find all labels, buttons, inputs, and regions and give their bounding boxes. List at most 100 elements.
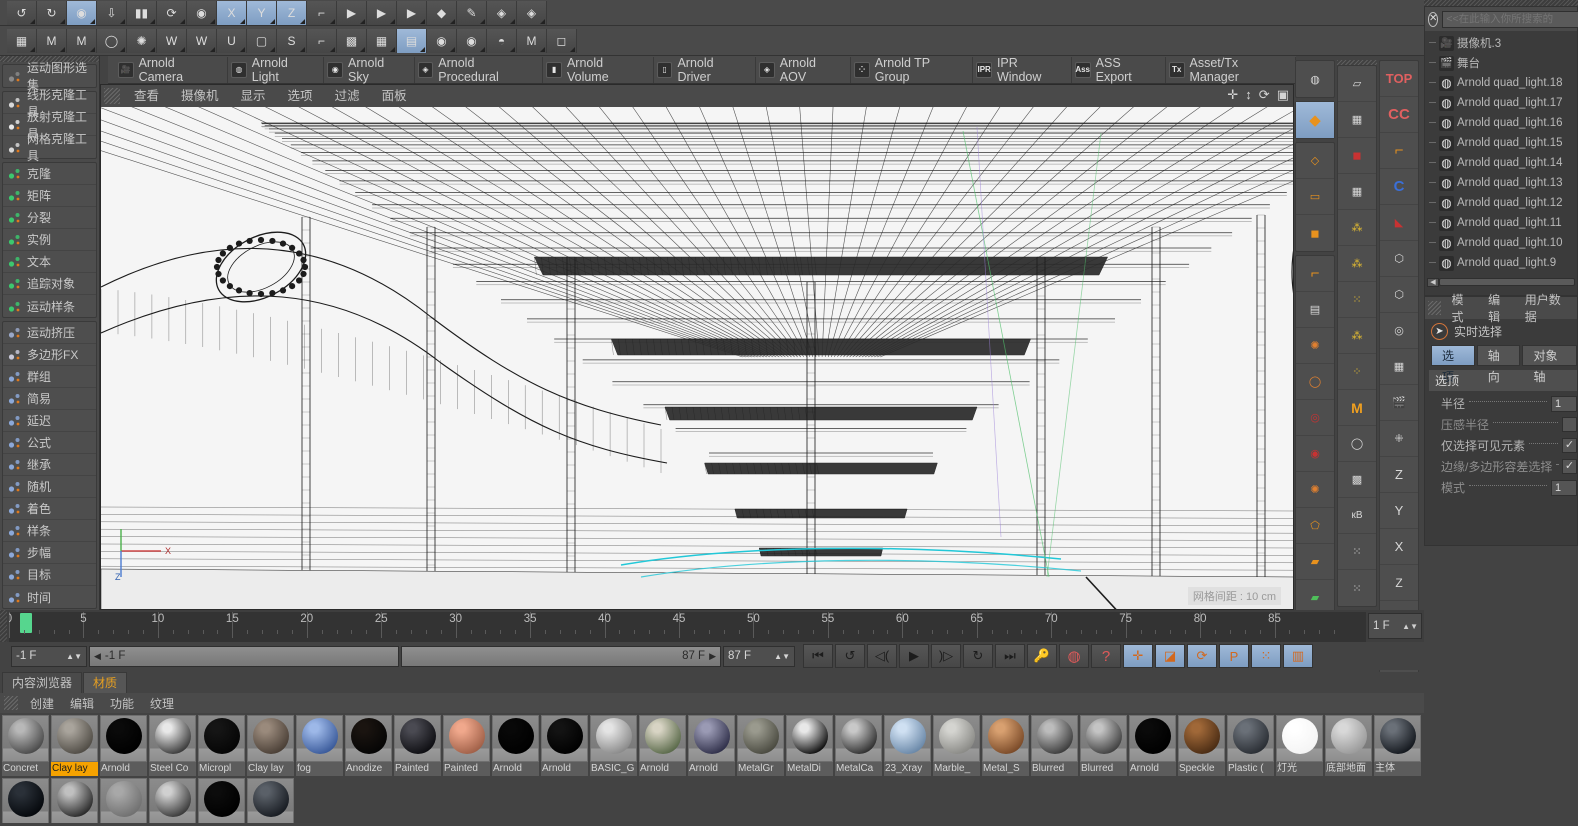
mograph-gear-icon[interactable]: M	[1338, 390, 1376, 426]
material-item[interactable]: Anodize	[345, 715, 392, 776]
material-swatch[interactable]	[541, 715, 588, 762]
viewport-canvas[interactable]: X Z 网格间距 : 10 cm	[101, 107, 1293, 609]
attribute-menu-模式[interactable]: 模式	[1444, 291, 1481, 325]
material-item[interactable]: Blurred	[1080, 715, 1127, 776]
pentagon-points-icon[interactable]: ⬠	[1296, 508, 1334, 544]
sidebar-item-shader-effector-icon[interactable]: 着色	[3, 498, 96, 520]
material-swatch[interactable]	[492, 715, 539, 762]
material-swatch[interactable]	[639, 715, 686, 762]
go-to-start-button[interactable]: ⏮	[803, 644, 833, 668]
material-grid[interactable]: Concret Clay lay Arnold Steel Co Micropl Cla…	[0, 713, 1424, 823]
material-swatch[interactable]	[1031, 715, 1078, 762]
c-axis-icon[interactable]: C	[1380, 169, 1418, 205]
edges-mode-icon[interactable]: ▭	[1296, 179, 1334, 215]
sidebar-item-group-effector-icon[interactable]: 群组	[3, 366, 96, 388]
object-row[interactable]: ◍ Arnold quad_light.17	[1425, 93, 1577, 113]
material-menu-纹理[interactable]: 纹理	[142, 695, 182, 712]
current-frame-field[interactable]: 1 F ▲▼	[1368, 613, 1422, 639]
cc-view-icon[interactable]: CC	[1380, 97, 1418, 133]
render-view-icon[interactable]: ▶	[337, 0, 367, 25]
sun-light-icon[interactable]: ✺	[1296, 472, 1334, 508]
scroll-thumb[interactable]	[1439, 278, 1575, 286]
burst-light-icon[interactable]: ✺	[1296, 328, 1334, 364]
start-spinner-icon[interactable]: ▲▼	[66, 652, 82, 661]
material-item[interactable]: MetalDi	[786, 715, 833, 776]
attribute-checkbox[interactable]: ✓	[1562, 438, 1577, 453]
pan-icon[interactable]: ✛	[1227, 87, 1238, 103]
burst-icon[interactable]: ✺	[127, 28, 157, 53]
move-icon[interactable]: ⇩	[97, 0, 127, 25]
attribute-menu-grip[interactable]	[1428, 301, 1442, 315]
axis-tool-icon[interactable]: ⌐	[307, 28, 337, 53]
material-item[interactable]: MetalGr	[737, 715, 784, 776]
material-tab-材质[interactable]: 材质	[83, 672, 128, 693]
play-forward-loop-button[interactable]: ↻	[963, 644, 993, 668]
material-item[interactable]: Steel Co	[149, 715, 196, 776]
red-cloth-icon[interactable]: ◣	[1380, 205, 1418, 241]
kb-icon[interactable]: кВ	[1338, 498, 1376, 534]
grid-tool-icon[interactable]: ▦	[1380, 349, 1418, 385]
axis-box-icon[interactable]: ⌐	[1380, 133, 1418, 169]
cube-z-icon[interactable]: Z	[1380, 565, 1418, 601]
material-swatch[interactable]	[394, 715, 441, 762]
material-swatch[interactable]	[149, 778, 196, 823]
preview-min-slider[interactable]: ◀ -1 F	[89, 645, 399, 667]
record-keyframe-button[interactable]: ◍	[1059, 644, 1089, 668]
rotate-alt-icon[interactable]: ◉	[187, 0, 217, 25]
cube-grid-icon[interactable]: ▦	[1338, 102, 1376, 138]
render-settings-icon[interactable]: ▶	[397, 0, 427, 25]
attribute-checkbox[interactable]	[1562, 417, 1577, 432]
particles-icon[interactable]: ⁜	[1380, 421, 1418, 457]
object-search-input[interactable]	[1442, 10, 1578, 28]
light-icon[interactable]: ◍	[1439, 175, 1454, 191]
object-row[interactable]: ◍ Arnold quad_light.15	[1425, 133, 1577, 153]
dots-equal-icon[interactable]: ⁙	[1338, 534, 1376, 570]
material-swatch[interactable]	[100, 778, 147, 823]
rotate-view-icon[interactable]: ⟳	[1259, 87, 1270, 103]
material-item[interactable]	[198, 778, 245, 823]
object-row[interactable]: ◍ Arnold quad_light.9	[1425, 253, 1577, 273]
light-icon[interactable]: ◍	[1439, 115, 1454, 131]
object-list-hscrollbar[interactable]: ◀	[1425, 276, 1577, 288]
slider-left-arrow-icon[interactable]: ◀	[94, 651, 101, 662]
sidebar-item-matrix-icon[interactable]: 矩阵	[3, 185, 96, 207]
material-swatch[interactable]	[884, 715, 931, 762]
viewport-menu-过滤[interactable]: 过滤	[324, 85, 371, 107]
position-key-button[interactable]: ✛	[1123, 644, 1153, 668]
slider-right-arrow-icon[interactable]: ▶	[709, 651, 716, 662]
material-item[interactable]: Clay lay	[51, 715, 98, 776]
viewport-menu-摄像机[interactable]: 摄像机	[170, 85, 230, 107]
weight-alt-icon[interactable]: W	[187, 28, 217, 53]
gradient-icon[interactable]: ▤	[1296, 292, 1334, 328]
step-forward-button[interactable]: )▷	[931, 644, 961, 668]
param-key-button[interactable]: P	[1219, 644, 1249, 668]
maximize-view-icon[interactable]: ▣	[1277, 87, 1289, 103]
object-row[interactable]: ◍ Arnold quad_light.10	[1425, 233, 1577, 253]
attribute-tab-选项[interactable]: 选项	[1431, 345, 1475, 384]
material-item[interactable]: Marble_	[933, 715, 980, 776]
arnold-button-light-bulb-icon[interactable]: ◍ Arnold Light	[228, 56, 325, 84]
mospline-m-icon[interactable]: M	[67, 28, 97, 53]
mograph-selection-icon[interactable]: ▦	[7, 28, 37, 53]
cube-primitive-icon[interactable]: ◆	[427, 0, 457, 25]
radial-clone-icon[interactable]: ◯	[97, 28, 127, 53]
three-figures-icon[interactable]: ⁂	[1338, 246, 1376, 282]
object-row[interactable]: 🎬 舞台	[1425, 53, 1577, 73]
axis-x-icon[interactable]: X	[217, 0, 247, 25]
material-swatch[interactable]	[1325, 715, 1372, 762]
sidebar-item-plain-effector-icon[interactable]: 简易	[3, 388, 96, 410]
material-swatch[interactable]	[1374, 715, 1421, 762]
attribute-value-field[interactable]: 1	[1551, 479, 1577, 496]
object-row[interactable]: ◍ Arnold quad_light.14	[1425, 153, 1577, 173]
figures-alt-icon[interactable]: ⁘	[1338, 354, 1376, 390]
timeline-grip[interactable]	[0, 610, 7, 642]
camera-film-icon[interactable]: 🎬	[1380, 385, 1418, 421]
polygons-mode-icon[interactable]: ◼	[1296, 215, 1334, 251]
material-swatch[interactable]	[443, 715, 490, 762]
material-item[interactable]: Arnold	[541, 715, 588, 776]
object-row[interactable]: ◍ Arnold quad_light.16	[1425, 113, 1577, 133]
workplane-icon[interactable]: ▱	[1338, 66, 1376, 102]
axis-z-icon[interactable]: Z	[277, 0, 307, 25]
preview-max-slider[interactable]: 87 F ▶	[401, 645, 721, 667]
viewport-menu-面板[interactable]: 面板	[371, 85, 418, 107]
